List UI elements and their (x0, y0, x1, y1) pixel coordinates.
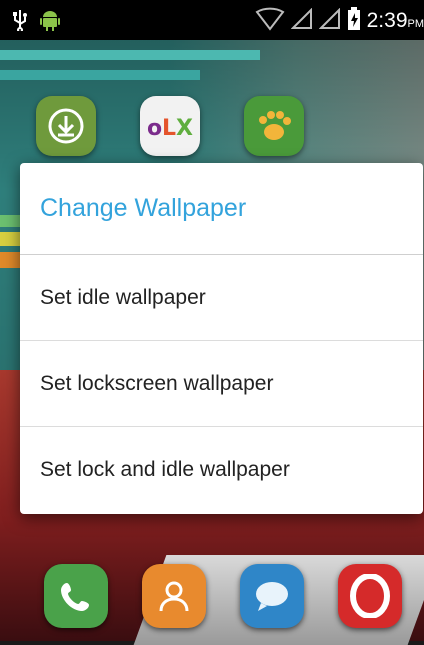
android-icon (40, 9, 60, 35)
change-wallpaper-dialog: Change Wallpaper Set idle wallpaper Set … (20, 163, 423, 514)
wifi-icon (255, 7, 285, 35)
phone-icon[interactable] (44, 564, 108, 628)
usb-icon (12, 9, 28, 35)
dialog-title: Change Wallpaper (20, 163, 423, 255)
messaging-icon[interactable] (240, 564, 304, 628)
status-notifications (12, 9, 60, 35)
set-lock-and-idle-wallpaper-option[interactable]: Set lock and idle wallpaper (20, 427, 423, 513)
signal-icon (318, 7, 341, 34)
battery-charging-icon (347, 7, 361, 35)
contacts-icon[interactable] (142, 564, 206, 628)
opera-browser-icon[interactable] (338, 564, 402, 628)
olx-app-icon[interactable]: oLX (140, 96, 200, 156)
set-idle-wallpaper-option[interactable]: Set idle wallpaper (20, 255, 423, 341)
status-time: 2:39PM (366, 9, 424, 32)
wallpaper-stripe (0, 70, 200, 80)
signal-icon (290, 7, 313, 34)
svg-text:L: L (162, 116, 176, 141)
set-lockscreen-wallpaper-option[interactable]: Set lockscreen wallpaper (20, 341, 423, 427)
svg-text:o: o (147, 116, 162, 141)
svg-text:X: X (176, 116, 193, 141)
status-bar: 2:39PM (0, 0, 424, 40)
paw-app-icon[interactable] (244, 96, 304, 156)
download-app-icon[interactable] (36, 96, 96, 156)
status-system-icons: 2:39PM (255, 7, 424, 35)
wallpaper-stripe (0, 50, 260, 60)
